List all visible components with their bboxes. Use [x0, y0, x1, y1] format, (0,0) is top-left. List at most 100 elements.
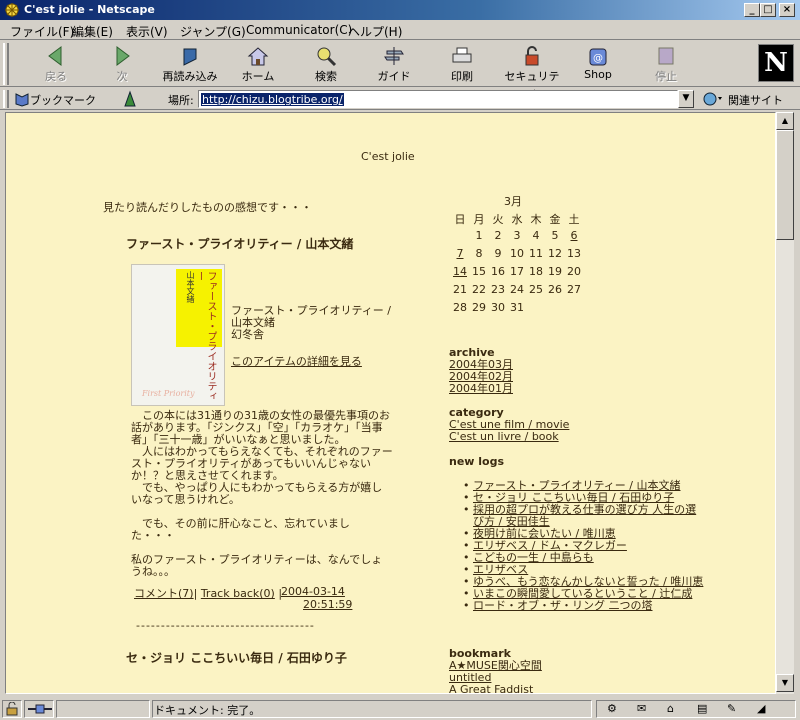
guide-label: ガイド — [377, 70, 411, 83]
menu-file[interactable]: ファイル(F) — [10, 23, 74, 40]
url-text: http://chizu.blogtribe.org/ — [201, 93, 344, 106]
newlog-link[interactable]: ロード・オブ・ザ・リング 二つの塔 — [473, 599, 653, 612]
security-status-cell[interactable] — [2, 700, 22, 718]
calendar-day: 13 — [567, 247, 581, 260]
calendar-day: 8 — [475, 247, 483, 260]
netscape-logo[interactable]: N — [758, 44, 794, 82]
calendar-day-link[interactable]: 6 — [565, 229, 583, 242]
scroll-down-button[interactable]: ▼ — [776, 674, 794, 692]
reload-button[interactable]: 再読み込み — [160, 45, 220, 85]
book-info: ファースト・プライオリティー / 山本文緒 幻冬舎 — [231, 305, 391, 341]
lock-icon — [525, 46, 539, 66]
printer-icon — [452, 47, 472, 63]
bookmark-link[interactable]: A Great Faddist — [449, 684, 542, 694]
mail-icon[interactable]: ✉ — [637, 702, 646, 715]
component-bar: ⚙ ✉ ⌂ ▤ ✎ ◢ — [596, 700, 796, 718]
calendar-day: 22 — [472, 283, 486, 296]
minimize-button[interactable]: _ — [744, 3, 760, 17]
menu-edit[interactable]: 編集(E) — [72, 23, 113, 40]
archive-link[interactable]: 2004年01月 — [449, 383, 513, 395]
navigator-icon[interactable]: ⚙ — [607, 702, 617, 715]
page-content: C'est jolie 見たり読んだりしたものの感想です・・・ ファースト・プラ… — [5, 112, 776, 694]
calendar-day: 17 — [510, 265, 524, 278]
calendar-day: 15 — [472, 265, 486, 278]
back-label: 戻る — [45, 70, 67, 83]
url-field[interactable]: http://chizu.blogtribe.org/ — [198, 90, 678, 108]
calendar-day-link[interactable]: 7 — [451, 247, 469, 260]
calendar-day: 24 — [510, 283, 524, 296]
newsgroup-icon[interactable]: ⌂ — [667, 702, 674, 715]
bookmark-section: bookmark A★MUSE関心空間 untitled A Great Fad… — [449, 648, 542, 694]
unlocked-icon — [6, 702, 18, 716]
search-label: 検索 — [315, 70, 337, 83]
forward-label: 次 — [116, 70, 128, 83]
meta-separator: | — [193, 587, 198, 600]
security-button[interactable]: セキュリティ — [500, 45, 564, 99]
page-proxy-icon[interactable] — [122, 90, 138, 108]
newlog-link[interactable]: 採用の超プロが教える仕事の選び方 人生の選び方 / 安田佳生 — [473, 503, 696, 528]
scroll-thumb[interactable] — [776, 130, 794, 240]
toolbar-grip[interactable] — [3, 43, 9, 85]
list-item: 採用の超プロが教える仕事の選び方 人生の選び方 / 安田佳生 — [461, 504, 706, 528]
category-section: category C'est une film / movie C'est un… — [449, 407, 569, 443]
related-sites-icon[interactable] — [702, 91, 724, 107]
menu-help[interactable]: ヘルプ(H) — [348, 23, 402, 40]
menu-view[interactable]: 表示(V) — [126, 23, 168, 40]
calendar-weekday: 土 — [568, 213, 580, 226]
scroll-up-button[interactable]: ▲ — [776, 112, 794, 130]
stop-icon — [658, 47, 674, 65]
item-detail-link[interactable]: このアイテムの詳細を見る — [231, 353, 362, 369]
guide-button[interactable]: ガイド — [364, 45, 424, 85]
menu-go[interactable]: ジャンプ(G) — [180, 23, 246, 40]
newlogs-section: new logs — [449, 456, 504, 468]
book-publisher-line: 幻冬舎 — [231, 328, 264, 341]
bookmark-icon[interactable] — [14, 91, 30, 107]
stop-button[interactable]: 停止 — [636, 45, 696, 85]
calendar-weekday: 月 — [473, 213, 485, 226]
calendar-day: 11 — [529, 247, 543, 260]
site-title: C'est jolie — [361, 150, 415, 163]
calendar-day: 5 — [551, 229, 559, 242]
calendar-day: 27 — [567, 283, 581, 296]
resize-grip-icon[interactable]: ◢ — [757, 702, 765, 715]
book-cover-author: 山本文緒 — [186, 271, 195, 303]
newlogs-list: ファースト・プライオリティー / 山本文緒 セ・ジョリ ここちいい毎日 / 石田… — [461, 480, 706, 613]
calendar-day-link[interactable]: 14 — [451, 265, 469, 278]
post-time-link[interactable]: 20:51:59 — [303, 598, 352, 611]
post-paragraph-1: この本には31通りの31歳の女性の最優先事項のお話があります。「ジンクス」「空」… — [131, 409, 393, 506]
post-date-link[interactable]: 2004-03-14 — [281, 585, 345, 598]
search-icon — [317, 47, 337, 67]
archive-section: archive 2004年03月 2004年02月 2004年01月 — [449, 347, 513, 395]
calendar-day: 29 — [472, 301, 486, 314]
maximize-button[interactable]: □ — [760, 3, 776, 17]
comment-link[interactable]: コメント(7) — [134, 587, 194, 600]
calendar-day: 30 — [491, 301, 505, 314]
related-sites-button[interactable]: 関連サイト — [728, 92, 783, 108]
calendar-day: 1 — [475, 229, 483, 242]
category-link[interactable]: C'est un livre / book — [449, 431, 569, 443]
title-bar: C'est jolie - Netscape _ □ × — [0, 0, 800, 20]
book-cover-english: First Priority — [142, 389, 195, 398]
address-book-icon[interactable]: ▤ — [697, 702, 707, 715]
composer-icon[interactable]: ✎ — [727, 702, 736, 715]
menu-communicator[interactable]: Communicator(C) — [246, 23, 352, 37]
trackback-link[interactable]: Track back(0) — [201, 587, 275, 600]
vertical-scrollbar[interactable]: ▲ ▼ — [776, 112, 794, 694]
forward-button[interactable]: 次 — [92, 45, 152, 85]
print-button[interactable]: 印刷 — [432, 45, 492, 85]
search-button[interactable]: 検索 — [296, 45, 356, 85]
close-button[interactable]: × — [779, 3, 795, 17]
back-button[interactable]: 戻る — [26, 45, 86, 85]
calendar-weekday: 火 — [492, 213, 504, 226]
book-cover-title: ファースト・プライオリティー — [194, 271, 216, 401]
book-cover-image[interactable]: ファースト・プライオリティー 山本文緒 First Priority — [131, 264, 225, 406]
bookmarks-button[interactable]: ブックマーク — [30, 92, 96, 108]
url-dropdown-button[interactable]: ▼ — [678, 90, 694, 108]
calendar-day: 10 — [510, 247, 524, 260]
location-grip[interactable] — [3, 90, 9, 108]
netscape-icon — [5, 3, 19, 17]
home-button[interactable]: ホーム — [228, 45, 288, 85]
calendar-weekday: 金 — [549, 213, 561, 226]
shop-button[interactable]: @ Shop — [568, 45, 628, 85]
progress-cell — [56, 700, 150, 718]
